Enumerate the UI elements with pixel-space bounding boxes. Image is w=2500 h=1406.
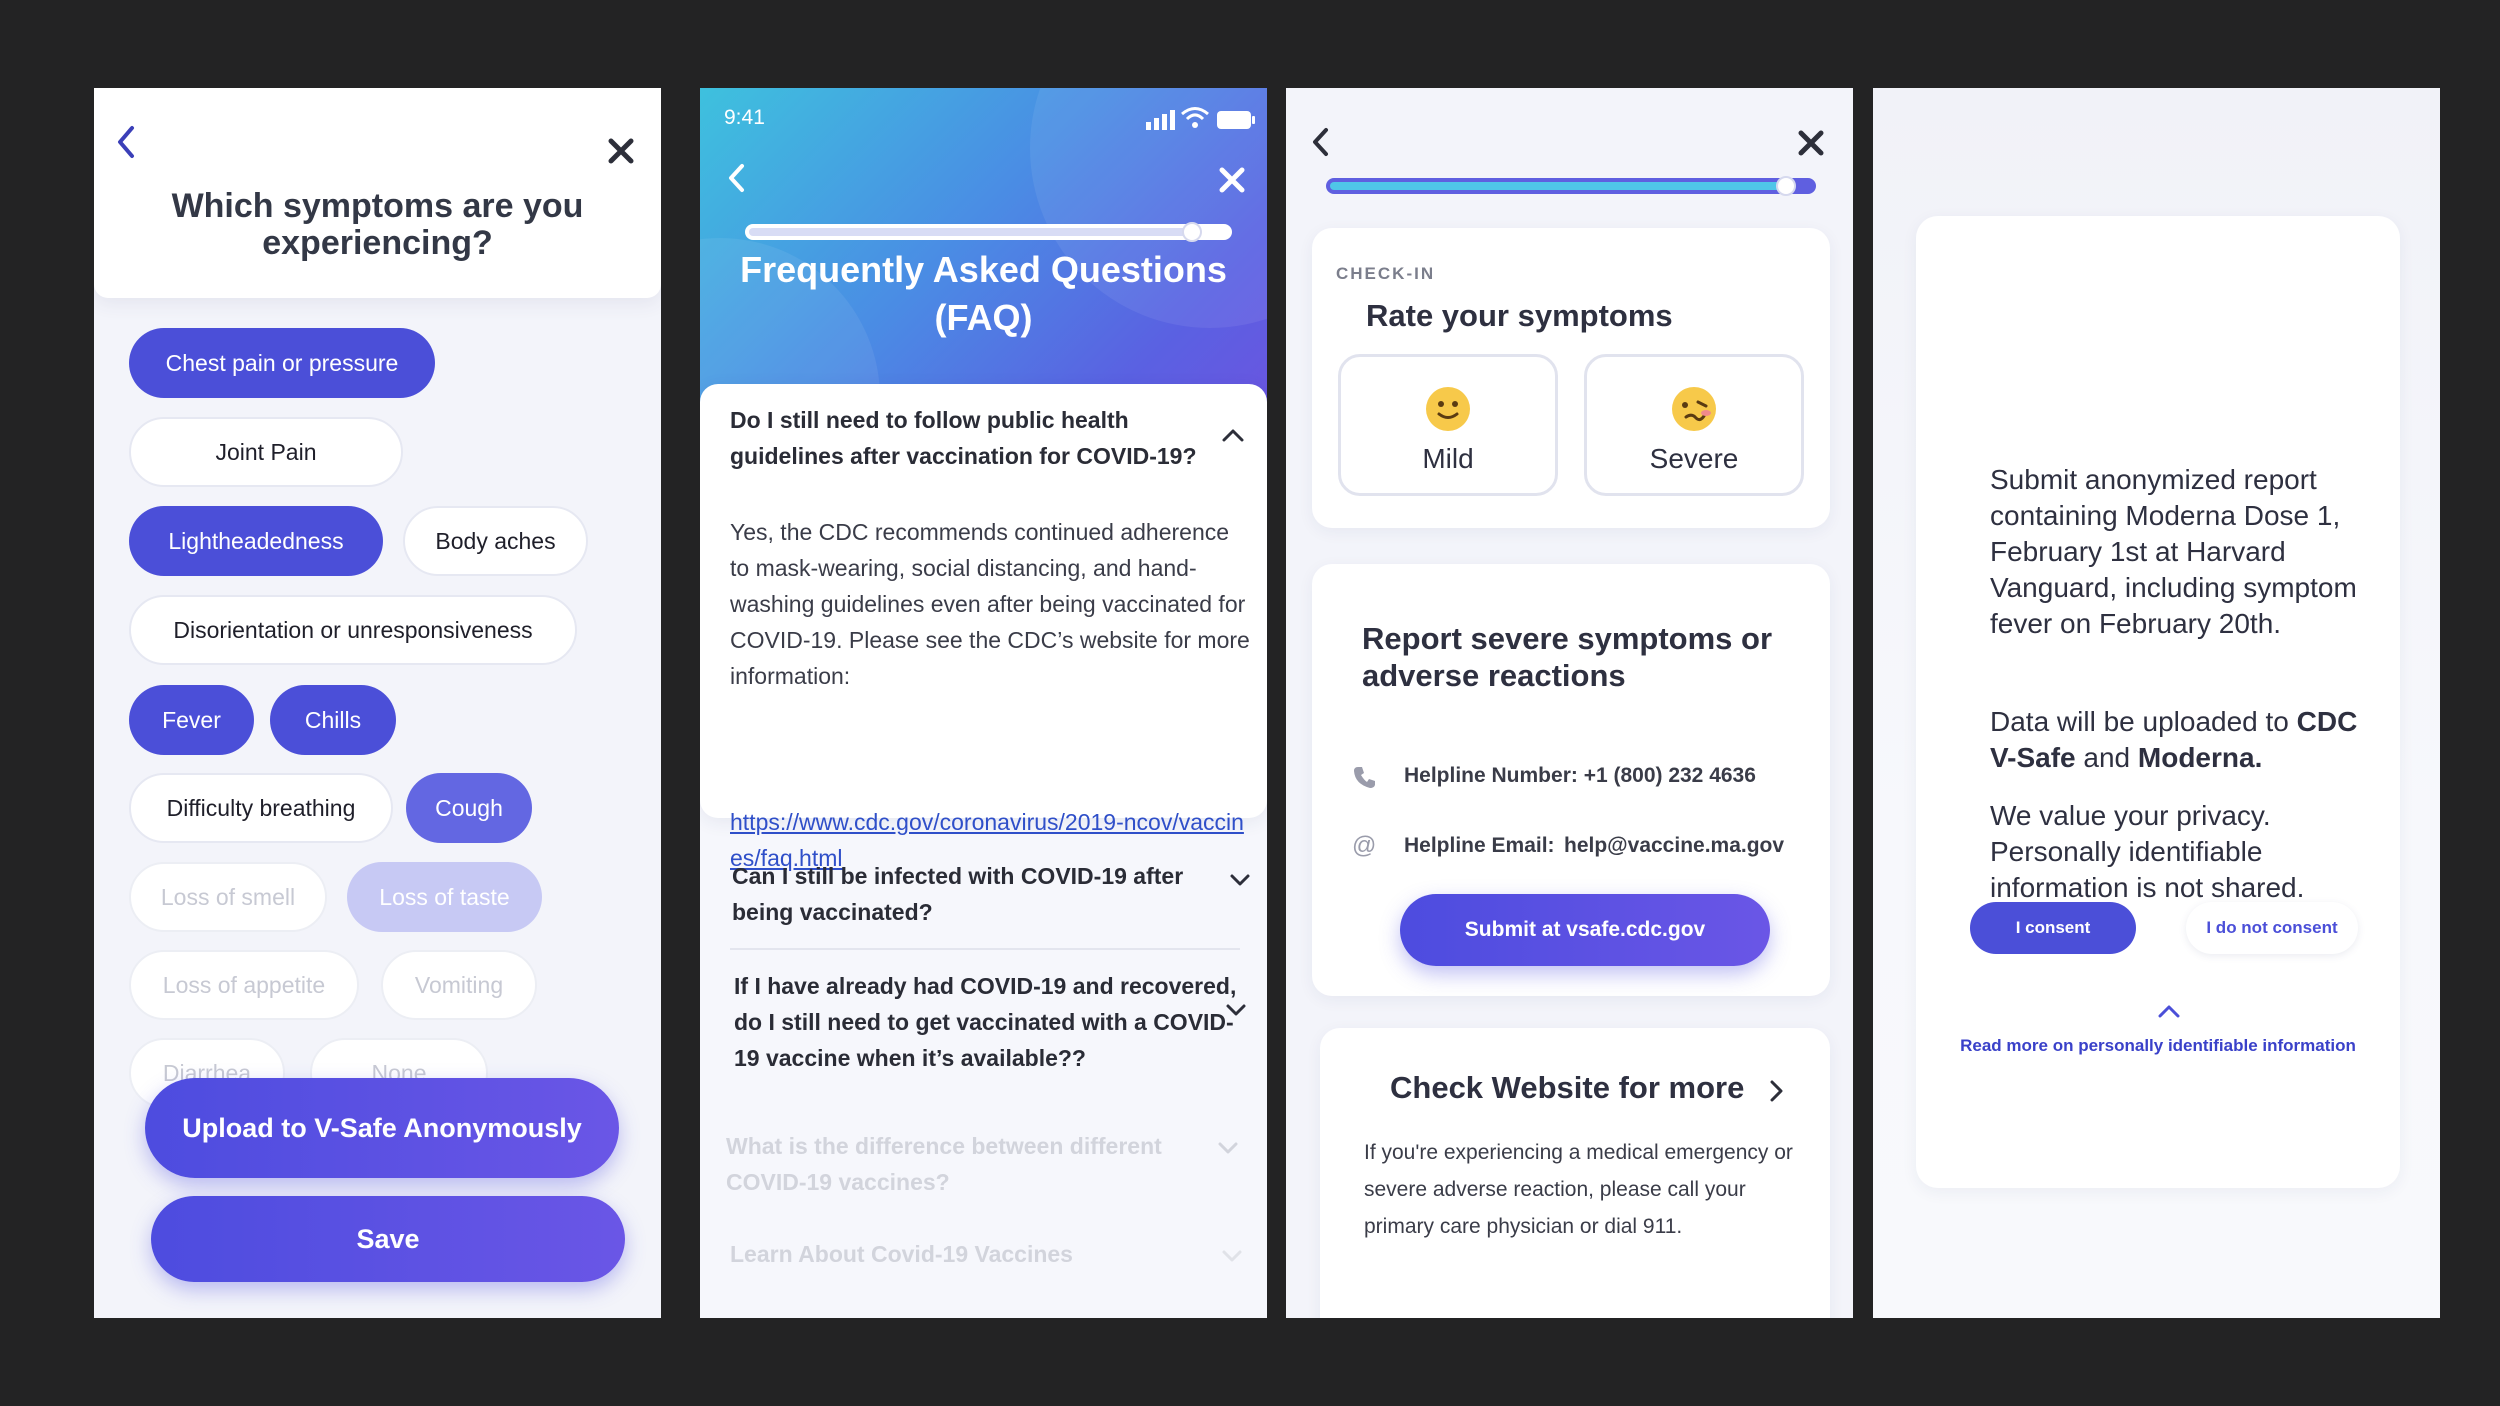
wifi-icon xyxy=(1180,106,1210,130)
upload-prefix: Data will be uploaded to xyxy=(1990,706,2297,737)
page-title: Frequently Asked Questions (FAQ) xyxy=(740,249,1227,338)
consent-card: Submit anonymized report containing Mode… xyxy=(1916,216,2400,1188)
close-icon[interactable] xyxy=(606,136,636,166)
rating-label: Mild xyxy=(1422,443,1474,474)
chevron-down-icon[interactable] xyxy=(1224,1002,1248,1018)
upload-target-moderna: Moderna. xyxy=(2137,742,2263,773)
privacy-text: We value your privacy. Personally identi… xyxy=(1990,800,2305,903)
helpline-email-label: Helpline Email: xyxy=(1404,834,1555,857)
chevron-down-icon[interactable] xyxy=(1216,1140,1240,1156)
symptom-chip[interactable]: Lightheadedness xyxy=(129,506,383,576)
faq-question[interactable]: Learn About Covid-19 Vaccines xyxy=(730,1236,1210,1272)
helpline-number[interactable]: Helpline Number: +1 (800) 232 4636 xyxy=(1404,764,1756,788)
at-sign-icon: @ xyxy=(1352,832,1377,859)
upload-destination: Data will be uploaded to CDC V-Safe and … xyxy=(1990,704,2380,776)
rating-label: Severe xyxy=(1649,443,1739,474)
faq-question[interactable]: If I have already had COVID-19 and recov… xyxy=(734,968,1244,1076)
no-consent-button[interactable]: I do not consent xyxy=(2186,902,2358,954)
slightly-smiling-face-icon xyxy=(1424,385,1472,433)
report-card: Report severe symptoms or adverse reacti… xyxy=(1312,564,1830,996)
consent-screen: Submit anonymized report containing Mode… xyxy=(1873,88,2440,1318)
chevron-up-icon[interactable] xyxy=(2156,1002,2182,1020)
read-more-link[interactable]: Read more on personally identifiable inf… xyxy=(1916,1036,2400,1056)
faq-question[interactable]: Can I still be infected with COVID-19 af… xyxy=(732,858,1212,930)
woozy-face-icon xyxy=(1670,385,1718,433)
website-card[interactable]: Check Website for more If you're experie… xyxy=(1320,1028,1830,1318)
symptom-chip[interactable]: Vomiting xyxy=(381,950,537,1020)
close-icon[interactable] xyxy=(1218,166,1246,194)
symptom-chip[interactable]: Chills xyxy=(270,685,396,755)
symptom-chip[interactable]: Chest pain or pressure xyxy=(129,328,435,398)
signal-icon xyxy=(1144,108,1178,130)
checkin-screen: CHECK-IN Rate your symptoms Mild Severe … xyxy=(1286,88,1853,1318)
chevron-up-icon[interactable] xyxy=(1220,426,1246,444)
chevron-down-icon[interactable] xyxy=(1228,872,1252,888)
rating-option-severe[interactable]: Severe xyxy=(1584,354,1804,496)
symptom-chip[interactable]: Fever xyxy=(129,685,254,755)
rate-title: Rate your symptoms xyxy=(1366,298,1673,333)
faq-question[interactable]: Do I still need to follow public health … xyxy=(730,402,1210,474)
chevron-right-icon[interactable] xyxy=(1766,1076,1786,1106)
symptom-chip[interactable]: Loss of appetite xyxy=(129,950,359,1020)
battery-icon xyxy=(1216,110,1256,130)
website-title: Check Website for more xyxy=(1390,1070,1745,1105)
phone-icon xyxy=(1352,764,1378,790)
upload-button[interactable]: Upload to V-Safe Anonymously xyxy=(145,1078,619,1178)
submit-vsafe-button[interactable]: Submit at vsafe.cdc.gov xyxy=(1400,894,1770,966)
chevron-down-icon[interactable] xyxy=(1220,1248,1244,1264)
upload-and: and xyxy=(2075,742,2138,773)
status-time: 9:41 xyxy=(724,106,765,129)
faq-item-expanded: Do I still need to follow public health … xyxy=(700,384,1267,871)
save-button[interactable]: Save xyxy=(151,1196,625,1282)
page-title: Which symptoms are you experiencing? xyxy=(171,187,584,262)
close-icon[interactable] xyxy=(1796,128,1826,158)
faq-screen: 9:41 Frequently Asked Questions (FAQ) Do… xyxy=(700,88,1267,1318)
rating-option-mild[interactable]: Mild xyxy=(1338,354,1558,496)
report-title: Report severe symptoms or adverse reacti… xyxy=(1362,621,1773,693)
chevron-left-icon[interactable] xyxy=(722,158,752,198)
symptom-chip[interactable]: Cough xyxy=(406,773,532,843)
faq-hero: 9:41 Frequently Asked Questions (FAQ) xyxy=(700,88,1267,418)
symptom-chip[interactable]: Loss of smell xyxy=(129,862,327,932)
progress-bar xyxy=(1326,176,1816,196)
progress-bar xyxy=(745,222,1232,242)
symptoms-screen: Which symptoms are you experiencing? Che… xyxy=(94,88,661,1318)
report-summary: Submit anonymized report containing Mode… xyxy=(1990,464,2357,639)
website-text: If you're experiencing a medical emergen… xyxy=(1364,1141,1793,1238)
symptom-chip[interactable]: Difficulty breathing xyxy=(129,773,393,843)
divider xyxy=(730,948,1240,950)
symptom-chip[interactable]: Disorientation or unresponsiveness xyxy=(129,595,577,665)
symptom-chip[interactable]: Body aches xyxy=(403,506,588,576)
checkin-label: CHECK-IN xyxy=(1336,264,1436,283)
consent-button[interactable]: I consent xyxy=(1970,902,2136,954)
helpline-email[interactable]: help@vaccine.ma.gov xyxy=(1564,834,1784,858)
chevron-left-icon[interactable] xyxy=(1306,122,1336,162)
symptom-chip[interactable]: Loss of taste xyxy=(347,862,542,932)
symptom-chip[interactable]: Joint Pain xyxy=(129,417,403,487)
rate-card: CHECK-IN Rate your symptoms Mild Severe xyxy=(1312,228,1830,528)
faq-question[interactable]: What is the difference between different… xyxy=(726,1128,1206,1200)
chevron-left-icon[interactable] xyxy=(110,120,142,164)
faq-answer: Yes, the CDC recommends continued adhere… xyxy=(730,519,1250,689)
